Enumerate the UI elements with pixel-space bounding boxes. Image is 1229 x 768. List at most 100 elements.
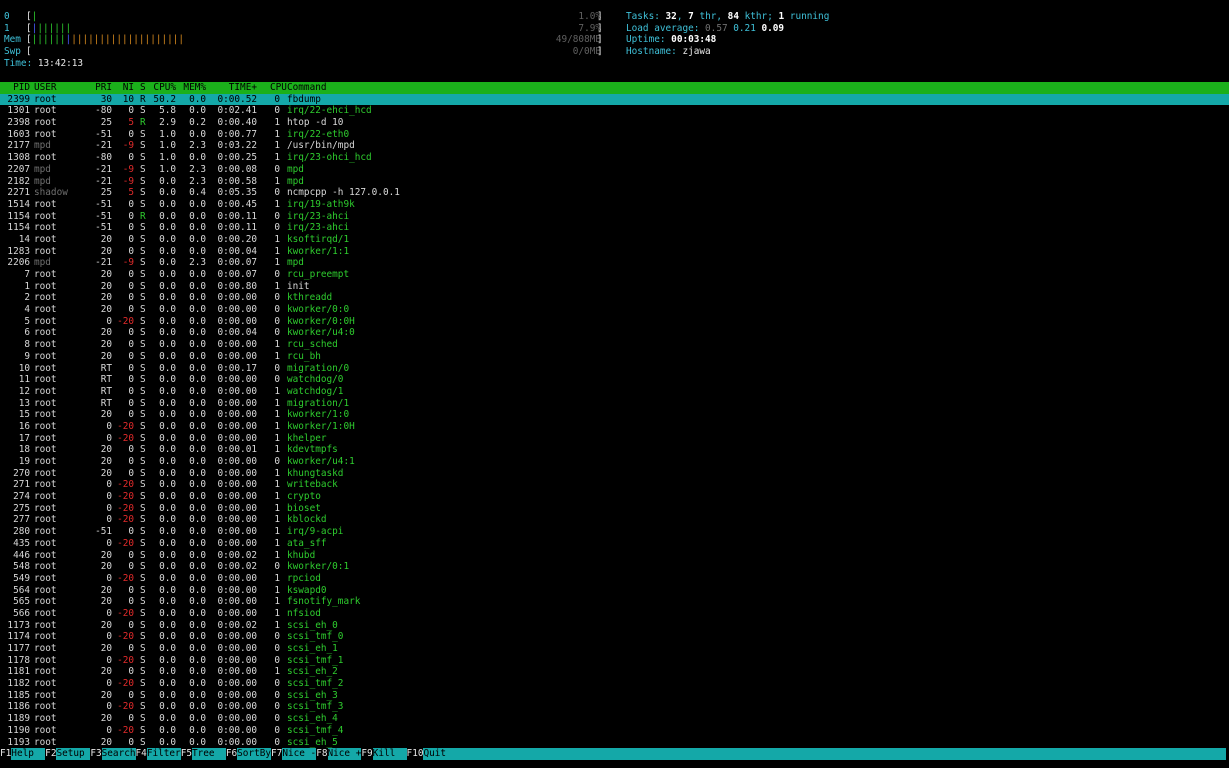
process-row[interactable]: 446 root 20 0 S 0.0 0.0 0:00.02 1 khubd: [0, 550, 1229, 562]
process-pid: 565: [13, 596, 30, 608]
process-row[interactable]: 12 root RT 0 S 0.0 0.0 0:00.00 1 watchdog/1: [0, 386, 1229, 398]
process-priority: 20: [100, 327, 112, 339]
process-time: 0:00.17: [217, 362, 257, 374]
col-pri[interactable]: PRI: [88, 82, 112, 94]
process-row[interactable]: 13 root RT 0 S 0.0 0.0 0:00.00 1 migration/1: [0, 398, 1229, 410]
process-row[interactable]: 4 root 20 0 S 0.0 0.0 0:00.00 0 kworker/0:0: [0, 304, 1229, 316]
process-row[interactable]: 2398 root 25 5 R 2.9 0.2 0:00.40 1 htop -d 10: [0, 117, 1229, 129]
process-row[interactable]: 280 root -51 0 S 0.0 0.0 0:00.00 1 irq/9-acpi: [0, 526, 1229, 538]
process-row[interactable]: 1181 root 20 0 S 0.0 0.0 0:00.00 1 scsi_eh_2: [0, 666, 1229, 678]
process-row[interactable]: 277 root 0 -20 S 0.0 0.0 0:00.00 1 kblockd: [0, 514, 1229, 526]
process-row[interactable]: 1603 root -51 0 S 1.0 0.0 0:00.77 1 irq/22-eth0: [0, 129, 1229, 141]
process-pid: 1308: [7, 152, 30, 164]
process-row[interactable]: 2177 mpd -21 -9 S 1.0 2.3 0:03.22 1/usr/bin/mpd: [0, 140, 1229, 152]
process-row[interactable]: 2206 mpd -21 -9 S 0.0 2.3 0:00.07 1 mpd: [0, 257, 1229, 269]
process-row[interactable]: 1173 root 20 0 S 0.0 0.0 0:00.02 1 scsi_eh_0: [0, 620, 1229, 632]
process-priority: 20: [100, 233, 112, 245]
col-user[interactable]: USER: [34, 82, 57, 94]
fkey-f5[interactable]: F5: [180, 748, 192, 759]
fkey-label-f9[interactable]: Kill: [372, 748, 407, 760]
process-row[interactable]: 10 root RT 0 S 0.0 0.0 0:00.17 0 migration/0: [0, 363, 1229, 375]
process-row[interactable]: 1174 root 0 -20 S 0.0 0.0 0:00.00 0 scsi_tmf_0: [0, 631, 1229, 643]
process-row[interactable]: 2207 mpd -21 -9 S 1.0 2.3 0:00.08 0 mpd: [0, 164, 1229, 176]
process-row[interactable]: 2182 mpd -21 -9 S 0.0 2.3 0:00.58 1 mpd: [0, 176, 1229, 188]
process-row[interactable]: 1193 root 20 0 S 0.0 0.0 0:00.00 0 scsi_eh_5: [0, 737, 1229, 749]
col-cpu[interactable]: CPU: [270, 82, 287, 94]
process-list[interactable]: 2399 root 30 10 R 50.2 0.0 0:00.52 0 fbdump 1301 ro…: [0, 93, 1229, 749]
process-row[interactable]: 270 root 20 0 S 0.0 0.0 0:00.00 1 khungtaskd: [0, 468, 1229, 480]
process-row[interactable]: 1301 root -80 0 S 5.8 0.0 0:02.41 0 irq/22-ehci_h…: [0, 105, 1229, 117]
process-row[interactable]: 1154 root -51 0 R 0.0 0.0 0:00.11 0 irq/23-ahci: [0, 211, 1229, 223]
process-row[interactable]: 1182 root 0 -20 S 0.0 0.0 0:00.00 0 scsi_tmf_2: [0, 678, 1229, 690]
fkey-f9[interactable]: F9: [361, 748, 373, 759]
process-row[interactable]: 18 root 20 0 S 0.0 0.0 0:00.01 1 kdevtmpfs: [0, 444, 1229, 456]
process-cpu: 1: [274, 514, 280, 526]
process-row[interactable]: 14 root 20 0 S 0.0 0.0 0:00.20 1 ksoftirqd/1: [0, 234, 1229, 246]
process-row[interactable]: 8 root 20 0 S 0.0 0.0 0:00.00 1 rcu_sched: [0, 339, 1229, 351]
col-pid[interactable]: PID: [0, 82, 30, 94]
process-row[interactable]: 6 root 20 0 S 0.0 0.0 0:00.04 0 kworker/u4:0: [0, 327, 1229, 339]
process-row[interactable]: 566 root 0 -20 S 0.0 0.0 0:00.00 1 nfsiod: [0, 608, 1229, 620]
process-row[interactable]: 1186 root 0 -20 S 0.0 0.0 0:00.00 0 scsi_tmf_3: [0, 701, 1229, 713]
process-row[interactable]: 564 root 20 0 S 0.0 0.0 0:00.00 1 kswapd0: [0, 585, 1229, 597]
process-row[interactable]: 16 root 0 -20 S 0.0 0.0 0:00.00 1 kworker/1:0H: [0, 421, 1229, 433]
process-row[interactable]: 2 root 20 0 S 0.0 0.0 0:00.00 0 kthreadd: [0, 292, 1229, 304]
process-mem-percent: 0.0: [189, 631, 206, 643]
process-cpu-percent: 0.0: [159, 350, 176, 362]
process-user: root: [34, 631, 57, 643]
fkey-f4[interactable]: F4: [135, 748, 147, 759]
fkey-label-f4[interactable]: Filter: [146, 748, 181, 760]
process-row[interactable]: 271 root 0 -20 S 0.0 0.0 0:00.00 1 writeback: [0, 479, 1229, 491]
fkey-f8[interactable]: F8: [316, 748, 328, 759]
process-row[interactable]: 5 root 0 -20 S 0.0 0.0 0:00.00 0 kworker/0:0H: [0, 316, 1229, 328]
fkey-label-f5[interactable]: Tree: [191, 748, 226, 760]
fkey-f6[interactable]: F6: [225, 748, 238, 759]
fkey-label-f7[interactable]: Nice -: [282, 748, 317, 760]
process-row[interactable]: 1177 root 20 0 S 0.0 0.0 0:00.00 0 scsi_eh_1: [0, 643, 1229, 655]
fkey-label-f1[interactable]: Help: [11, 748, 46, 760]
fkey-label-f3[interactable]: Search: [101, 748, 136, 760]
process-row[interactable]: 548 root 20 0 S 0.0 0.0 0:00.02 0 kworker/0:1: [0, 561, 1229, 573]
process-row[interactable]: 19 root 20 0 S 0.0 0.0 0:00.00 0 kworker/u4:1: [0, 456, 1229, 468]
col-mem-percent[interactable]: MEM%: [180, 82, 206, 94]
fkey-f3[interactable]: F3: [90, 748, 102, 759]
process-row[interactable]: 2271 shadow 25 5 S 0.0 0.4 0:05.35 0 ncmpcpp -h 1…: [0, 187, 1229, 199]
col-time[interactable]: TIME+: [209, 82, 257, 94]
process-row[interactable]: 11 root RT 0 S 0.0 0.0 0:00.00 0 watchdog/0: [0, 374, 1229, 386]
col-state[interactable]: S: [140, 82, 146, 94]
process-row[interactable]: 274 root 0 -20 S 0.0 0.0 0:00.00 1 crypto: [0, 491, 1229, 503]
process-row[interactable]: 435 root 0 -20 S 0.0 0.0 0:00.00 1 ata_sff: [0, 538, 1229, 550]
process-mem-percent: 0.0: [189, 304, 206, 316]
process-row[interactable]: 17 root 0 -20 S 0.0 0.0 0:00.00 1 khelper: [0, 433, 1229, 445]
fkey-f1[interactable]: F1: [0, 748, 12, 759]
process-command: ata_sff: [287, 537, 327, 549]
process-row[interactable]: 1 root 20 0 S 0.0 0.0 0:00.80 1 init: [0, 281, 1229, 293]
fkey-f2[interactable]: F2: [45, 748, 57, 759]
process-row[interactable]: 15 root 20 0 S 0.0 0.0 0:00.00 1 kworker/1:0: [0, 409, 1229, 421]
process-row[interactable]: 1154 root -51 0 S 0.0 0.0 0:00.11 0 irq/23-ahci: [0, 222, 1229, 234]
process-row[interactable]: 7 root 20 0 S 0.0 0.0 0:00.07 0 rcu_preempt: [0, 269, 1229, 281]
process-row-selected[interactable]: 2399 root 30 10 R 50.2 0.0 0:00.52 0 fbdump: [0, 93, 1229, 106]
process-row[interactable]: 565 root 20 0 S 0.0 0.0 0:00.00 1 fsnotify_mark: [0, 596, 1229, 608]
process-row[interactable]: 1283 root 20 0 S 0.0 0.0 0:00.04 1 kworker/1:1: [0, 246, 1229, 258]
process-row[interactable]: 1185 root 20 0 S 0.0 0.0 0:00.00 0 scsi_eh_3: [0, 690, 1229, 702]
fkey-label-f10[interactable]: Quit: [423, 748, 447, 760]
process-row[interactable]: 549 root 0 -20 S 0.0 0.0 0:00.00 1 rpciod: [0, 573, 1229, 585]
process-row[interactable]: 275 root 0 -20 S 0.0 0.0 0:00.00 1 bioset: [0, 503, 1229, 515]
fkey-label-f2[interactable]: Setup: [56, 748, 91, 760]
fkey-label-f8[interactable]: Nice +: [327, 748, 362, 760]
process-row[interactable]: 9 root 20 0 S 0.0 0.0 0:00.00 1 rcu_bh: [0, 351, 1229, 363]
col-ni[interactable]: NI: [114, 82, 134, 94]
process-row[interactable]: 1178 root 0 -20 S 0.0 0.0 0:00.00 0 scsi_tmf_1: [0, 655, 1229, 667]
col-command[interactable]: Command: [287, 82, 327, 94]
process-row[interactable]: 1190 root 0 -20 S 0.0 0.0 0:00.00 0 scsi_tmf_4: [0, 725, 1229, 737]
fkey-f10[interactable]: F10: [406, 748, 424, 759]
column-header[interactable]: PID USER PRI NI S CPU% MEM% TIME+ CPU Co…: [0, 82, 1229, 94]
col-cpu-percent[interactable]: CPU%: [148, 82, 176, 94]
process-row[interactable]: 1514 root -51 0 S 0.0 0.0 0:00.45 1 irq/19-ath9k: [0, 199, 1229, 211]
fkey-label-f6[interactable]: SortBy: [237, 748, 272, 760]
fkey-f7[interactable]: F7: [271, 748, 283, 759]
process-row[interactable]: 1189 root 20 0 S 0.0 0.0 0:00.00 0 scsi_eh_4: [0, 713, 1229, 725]
process-row[interactable]: 1308 root -80 0 S 1.0 0.0 0:00.25 1 irq/23-ohci_h…: [0, 152, 1229, 164]
process-time: 0:03.22: [217, 140, 257, 152]
